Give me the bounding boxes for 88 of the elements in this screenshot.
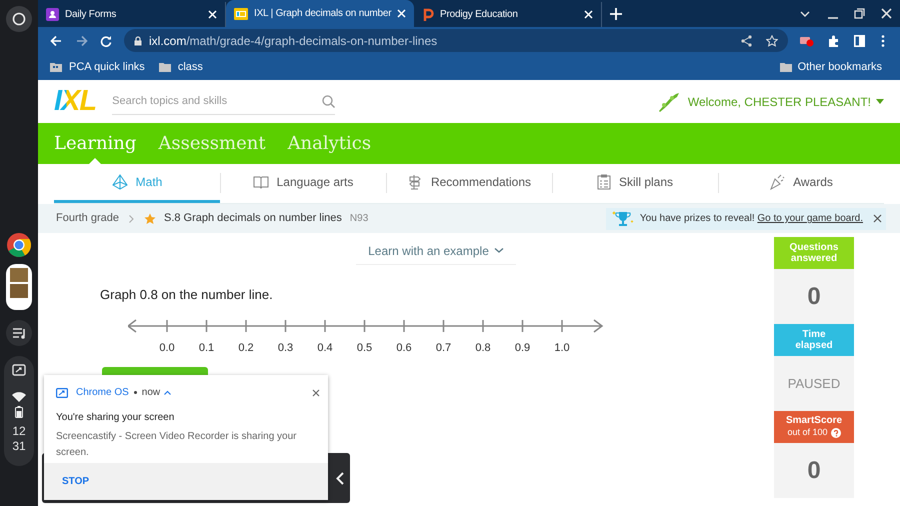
lock-icon xyxy=(134,36,142,46)
tick-label: 0.2 xyxy=(238,342,254,354)
browser-tab[interactable]: IXL | Graph decimals on number xyxy=(226,0,414,27)
menu-icon[interactable] xyxy=(881,34,885,46)
book-icon xyxy=(252,175,269,189)
stat-subtitle: out of 100 xyxy=(787,426,828,439)
notification-time: now xyxy=(142,386,160,400)
recorder-extension-icon[interactable] xyxy=(800,34,814,46)
trophy-icon xyxy=(612,210,634,228)
bookmark[interactable]: class xyxy=(158,58,203,76)
apps-folder-icon xyxy=(50,62,62,72)
tick-label: 0.1 xyxy=(198,342,214,354)
plus-icon xyxy=(610,8,622,20)
search-field[interactable]: Search topics and skills xyxy=(112,88,322,114)
close-icon[interactable] xyxy=(873,214,882,223)
chevron-left-icon[interactable] xyxy=(336,472,344,484)
prize-message: You have prizes to reveal! Go to your game board. xyxy=(640,212,863,226)
launcher-icon xyxy=(12,12,26,26)
stat-title: Time elapsed xyxy=(794,329,834,351)
folder-icon xyxy=(780,62,792,72)
tick-label: 0.3 xyxy=(278,342,294,354)
checklist-icon xyxy=(596,174,611,190)
subject-tab[interactable]: Awards xyxy=(718,164,884,203)
stat-title: Questions answered xyxy=(788,242,840,264)
folder-icon xyxy=(158,62,171,72)
subject-tab[interactable]: Skill plans xyxy=(552,164,718,203)
other-bookmarks[interactable]: Other bookmarks xyxy=(780,58,882,76)
notification-title: You're sharing your screen xyxy=(56,411,176,425)
side-panel-icon[interactable] xyxy=(854,34,865,46)
share-icon[interactable] xyxy=(741,34,752,46)
clock-text: 31 xyxy=(12,439,26,454)
chrome-icon[interactable] xyxy=(6,232,32,258)
back-icon[interactable] xyxy=(50,34,62,46)
number-line[interactable] xyxy=(128,318,604,332)
question-text: Graph 0.8 on the number line. xyxy=(100,286,274,304)
game-board-link[interactable]: Go to your game board. xyxy=(757,213,863,224)
new-tab-button[interactable] xyxy=(610,8,622,20)
pyramid-icon xyxy=(112,174,128,190)
url-text: ixl.com/math/grade-4/graph-decimals-on-number-lines xyxy=(149,32,438,50)
tick-label: 0.0 xyxy=(159,342,175,354)
form-icon xyxy=(46,8,59,21)
signpost-icon xyxy=(406,174,423,190)
notification-source: Chrome OS xyxy=(76,386,129,400)
playlist-icon[interactable] xyxy=(6,320,32,346)
chevron-up-icon[interactable] xyxy=(164,390,172,395)
tick-label: 1.0 xyxy=(554,342,570,354)
cast-icon xyxy=(56,388,68,398)
notification-message: Screencastify - Screen Video Recorder is sharing your screen. xyxy=(56,430,298,460)
bookmark[interactable]: PCA quick links xyxy=(50,58,145,76)
launcher-button[interactable] xyxy=(6,6,32,32)
status-tray[interactable]: 12 31 xyxy=(4,356,34,466)
caret-icon xyxy=(876,99,884,104)
puzzle-icon[interactable] xyxy=(828,34,840,46)
tick-label: 0.6 xyxy=(396,342,412,354)
stat-value: 0 xyxy=(807,456,821,486)
reload-icon[interactable] xyxy=(100,34,112,46)
tick-label: 0.8 xyxy=(475,342,491,354)
address-bar[interactable]: ixl.com/math/grade-4/graph-decimals-on-number-lines xyxy=(124,29,788,52)
restore-icon[interactable] xyxy=(854,8,865,19)
stat-value: 0 xyxy=(807,282,821,312)
chevron-down-icon xyxy=(494,248,504,253)
clock-text: 12 xyxy=(12,424,26,439)
skill-title: S.8 Graph decimals on number lines xyxy=(164,211,342,226)
breadcrumb-link[interactable]: Fourth grade xyxy=(56,210,119,227)
tick-label: 0.4 xyxy=(317,342,333,354)
party-popper-icon xyxy=(769,174,786,190)
screen-capture-icon xyxy=(12,364,26,376)
star-icon[interactable] xyxy=(766,34,778,46)
search-icon xyxy=(322,94,336,108)
site-icon xyxy=(234,8,248,20)
app-thumbnail-icon[interactable] xyxy=(6,264,32,310)
subject-tab[interactable]: Language arts xyxy=(220,164,386,203)
star-icon xyxy=(144,212,156,224)
help-icon[interactable] xyxy=(830,428,841,438)
tick-label: 0.7 xyxy=(436,342,452,354)
p-icon xyxy=(422,8,434,21)
stat-title: SmartScore xyxy=(784,414,844,426)
skill-code: N93 xyxy=(350,212,368,226)
forward-icon[interactable] xyxy=(76,34,88,46)
battery-icon xyxy=(15,406,23,418)
learn-example-toggle[interactable]: Learn with an example xyxy=(356,237,516,265)
chevron-icon xyxy=(128,214,134,222)
tick-label: 0.9 xyxy=(514,342,530,354)
stat-value: PAUSED xyxy=(788,374,840,393)
tick-label: 0.5 xyxy=(356,342,372,354)
wifi-icon xyxy=(12,392,26,402)
subject-tab[interactable]: Recommendations xyxy=(386,164,552,203)
stop-button[interactable]: STOP xyxy=(62,474,90,489)
